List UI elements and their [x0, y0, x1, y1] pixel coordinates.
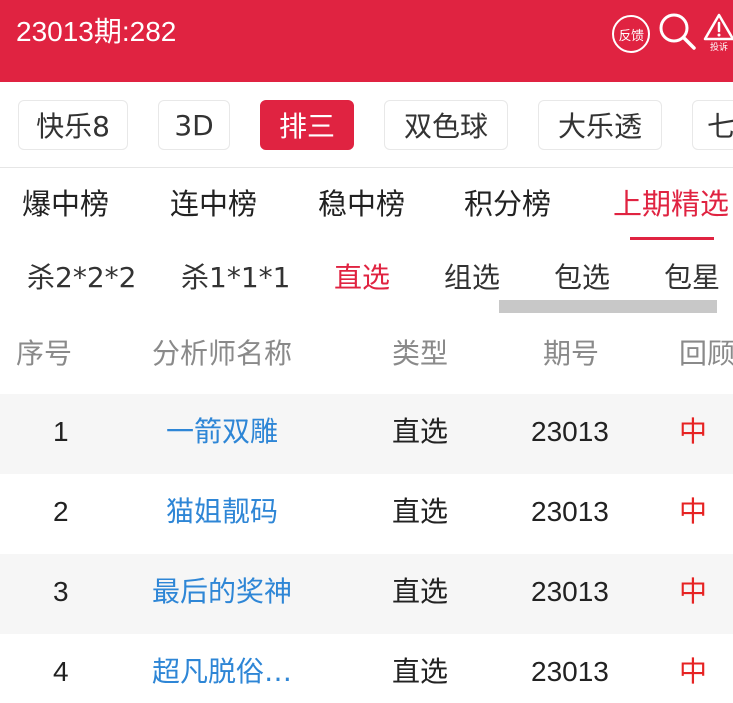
filter-kill-111[interactable]: 杀1*1*1: [181, 260, 290, 296]
filter-group[interactable]: 组选: [444, 260, 500, 296]
table-row[interactable]: 4 超凡脱俗… 直选 23013 中: [0, 634, 733, 703]
row-type: 直选: [392, 495, 449, 528]
tab-last-picks[interactable]: 上期精选: [613, 186, 729, 222]
row-result[interactable]: 中: [679, 574, 707, 610]
row-number: 3: [53, 576, 69, 607]
filter-tab-bar: 杀2*2*2 杀1*1*1 直选 组选 包选 包星: [0, 242, 733, 318]
complain-label[interactable]: 投诉: [710, 40, 728, 53]
row-result[interactable]: 中: [679, 494, 707, 530]
table-header: 序号 分析师名称 类型 期号 回顾: [0, 318, 733, 394]
tab-hot-ranking[interactable]: 爆中榜: [22, 186, 109, 222]
row-number: 2: [53, 496, 69, 527]
lottery-tab-ssq[interactable]: 双色球: [384, 100, 508, 150]
table-row[interactable]: 3 最后的奖神 直选 23013 中: [0, 554, 733, 634]
search-icon[interactable]: [656, 10, 698, 52]
analyst-name-link[interactable]: 超凡脱俗…: [152, 654, 292, 690]
filter-star[interactable]: 包星: [664, 260, 720, 296]
analyst-name-link[interactable]: 猫姐靓码: [166, 494, 278, 530]
row-issue: 23013: [531, 576, 609, 607]
tab-stable-ranking[interactable]: 稳中榜: [318, 186, 405, 222]
lottery-tab-dlt[interactable]: 大乐透: [538, 100, 662, 150]
analyst-name-link[interactable]: 最后的奖神: [152, 574, 292, 610]
filter-package[interactable]: 包选: [554, 260, 610, 296]
row-type: 直选: [392, 575, 449, 608]
column-header-analyst: 分析师名称: [152, 337, 293, 370]
horizontal-scrollbar[interactable]: [499, 300, 717, 313]
row-issue: 23013: [531, 416, 609, 447]
active-tab-indicator: [630, 237, 714, 240]
row-number: 1: [53, 416, 69, 447]
table-row[interactable]: 2 猫姐靓码 直选 23013 中: [0, 474, 733, 554]
app-header: 23013期:282 反馈 投诉: [0, 0, 733, 82]
row-number: 4: [53, 656, 69, 687]
ranking-tab-bar: 爆中榜 连中榜 稳中榜 积分榜 上期精选: [0, 168, 733, 242]
column-header-issue: 期号: [543, 337, 600, 370]
row-result[interactable]: 中: [679, 414, 707, 450]
filter-direct[interactable]: 直选: [334, 260, 390, 296]
lottery-tab-bar: 快乐8 3D 排三 双色球 大乐透 七: [0, 82, 733, 168]
row-result[interactable]: 中: [679, 654, 707, 690]
lottery-tab-qlc[interactable]: 七: [692, 100, 733, 150]
row-issue: 23013: [531, 496, 609, 527]
tab-streak-ranking[interactable]: 连中榜: [170, 186, 257, 222]
column-header-no: 序号: [16, 337, 73, 370]
row-type: 直选: [392, 655, 449, 688]
feedback-button[interactable]: 反馈: [612, 15, 650, 53]
row-issue: 23013: [531, 656, 609, 687]
analyst-name-link[interactable]: 一箭双雕: [166, 414, 278, 450]
lottery-tab-3d[interactable]: 3D: [158, 100, 230, 150]
row-type: 直选: [392, 415, 449, 448]
table-row[interactable]: 1 一箭双雕 直选 23013 中: [0, 394, 733, 474]
tab-points-ranking[interactable]: 积分榜: [464, 186, 551, 222]
column-header-review: 回顾: [679, 337, 733, 370]
filter-kill-222[interactable]: 杀2*2*2: [27, 260, 136, 296]
lottery-tab-pailie3[interactable]: 排三: [260, 100, 354, 150]
lottery-tab-kl8[interactable]: 快乐8: [18, 100, 128, 150]
page-title: 23013期:282: [16, 16, 177, 47]
column-header-type: 类型: [392, 337, 449, 370]
